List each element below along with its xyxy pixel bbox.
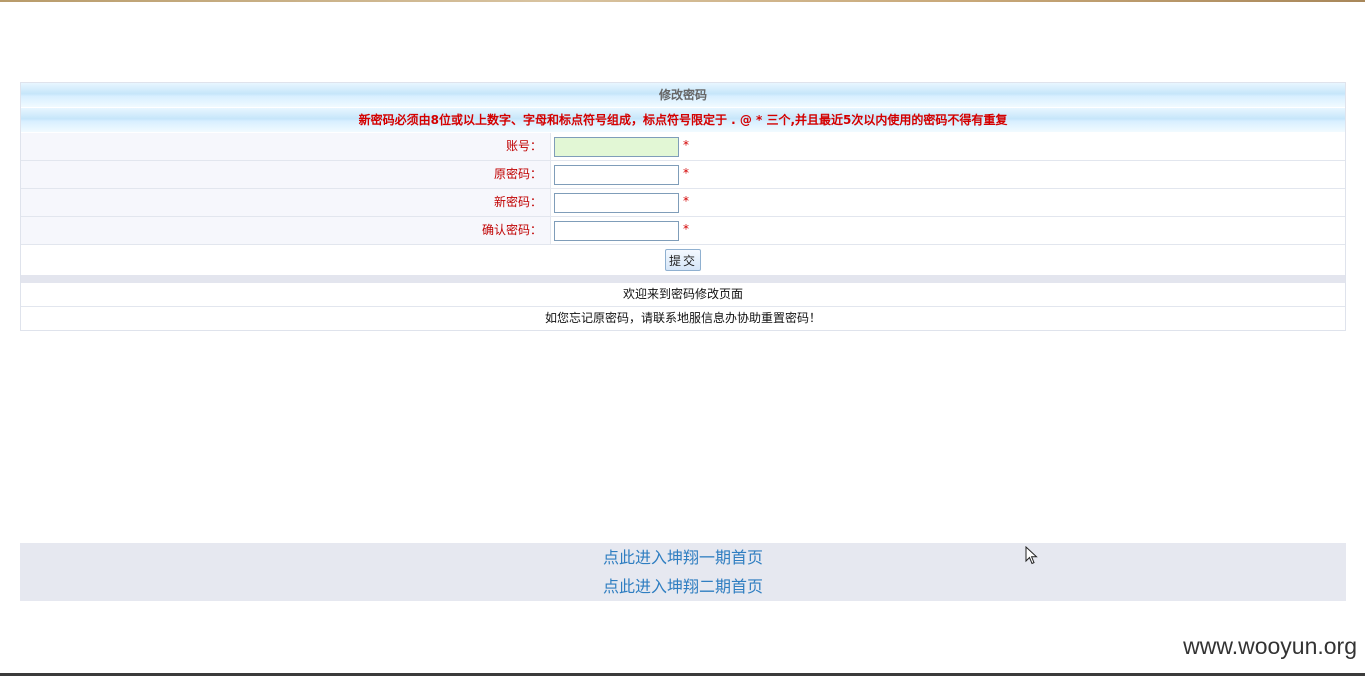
top-decor-strip [0, 0, 1365, 2]
old-password-row: 原密码： * [21, 161, 1345, 189]
submit-row: 提交 [21, 245, 1345, 275]
account-input[interactable] [554, 136, 679, 157]
confirm-password-row: 确认密码： * [21, 217, 1345, 245]
required-mark: * [683, 221, 689, 236]
required-mark: * [683, 165, 689, 180]
confirm-password-label: 确认密码： [481, 223, 542, 237]
divider [21, 275, 1345, 283]
form-title: 修改密码 [21, 83, 1345, 108]
new-password-input[interactable] [554, 192, 679, 213]
account-row: 账号： * [21, 133, 1345, 161]
required-mark: * [683, 193, 689, 208]
submit-button[interactable]: 提交 [665, 249, 701, 271]
homepage-links: 点此进入坤翔一期首页 点此进入坤翔二期首页 [20, 543, 1346, 601]
old-password-input[interactable] [554, 164, 679, 185]
phase1-home-link[interactable]: 点此进入坤翔一期首页 [603, 543, 763, 572]
old-password-label: 原密码： [493, 167, 542, 181]
welcome-text: 欢迎来到密码修改页面 [21, 283, 1345, 307]
new-password-label: 新密码： [493, 195, 542, 209]
confirm-password-input[interactable] [554, 220, 679, 241]
password-rule-notice: 新密码必须由8位或以上数字、字母和标点符号组成，标点符号限定于 . @ * 三个… [21, 108, 1345, 133]
watermark: www.wooyun.org [1183, 633, 1357, 659]
change-password-panel: 修改密码 新密码必须由8位或以上数字、字母和标点符号组成，标点符号限定于 . @… [20, 82, 1346, 331]
help-text: 如您忘记原密码，请联系地服信息办协助重置密码！ [544, 311, 821, 325]
required-mark: * [683, 137, 689, 152]
mouse-cursor-icon [1025, 546, 1038, 565]
phase2-home-link[interactable]: 点此进入坤翔二期首页 [603, 572, 763, 601]
account-label: 账号： [505, 139, 542, 153]
new-password-row: 新密码： * [21, 189, 1345, 217]
